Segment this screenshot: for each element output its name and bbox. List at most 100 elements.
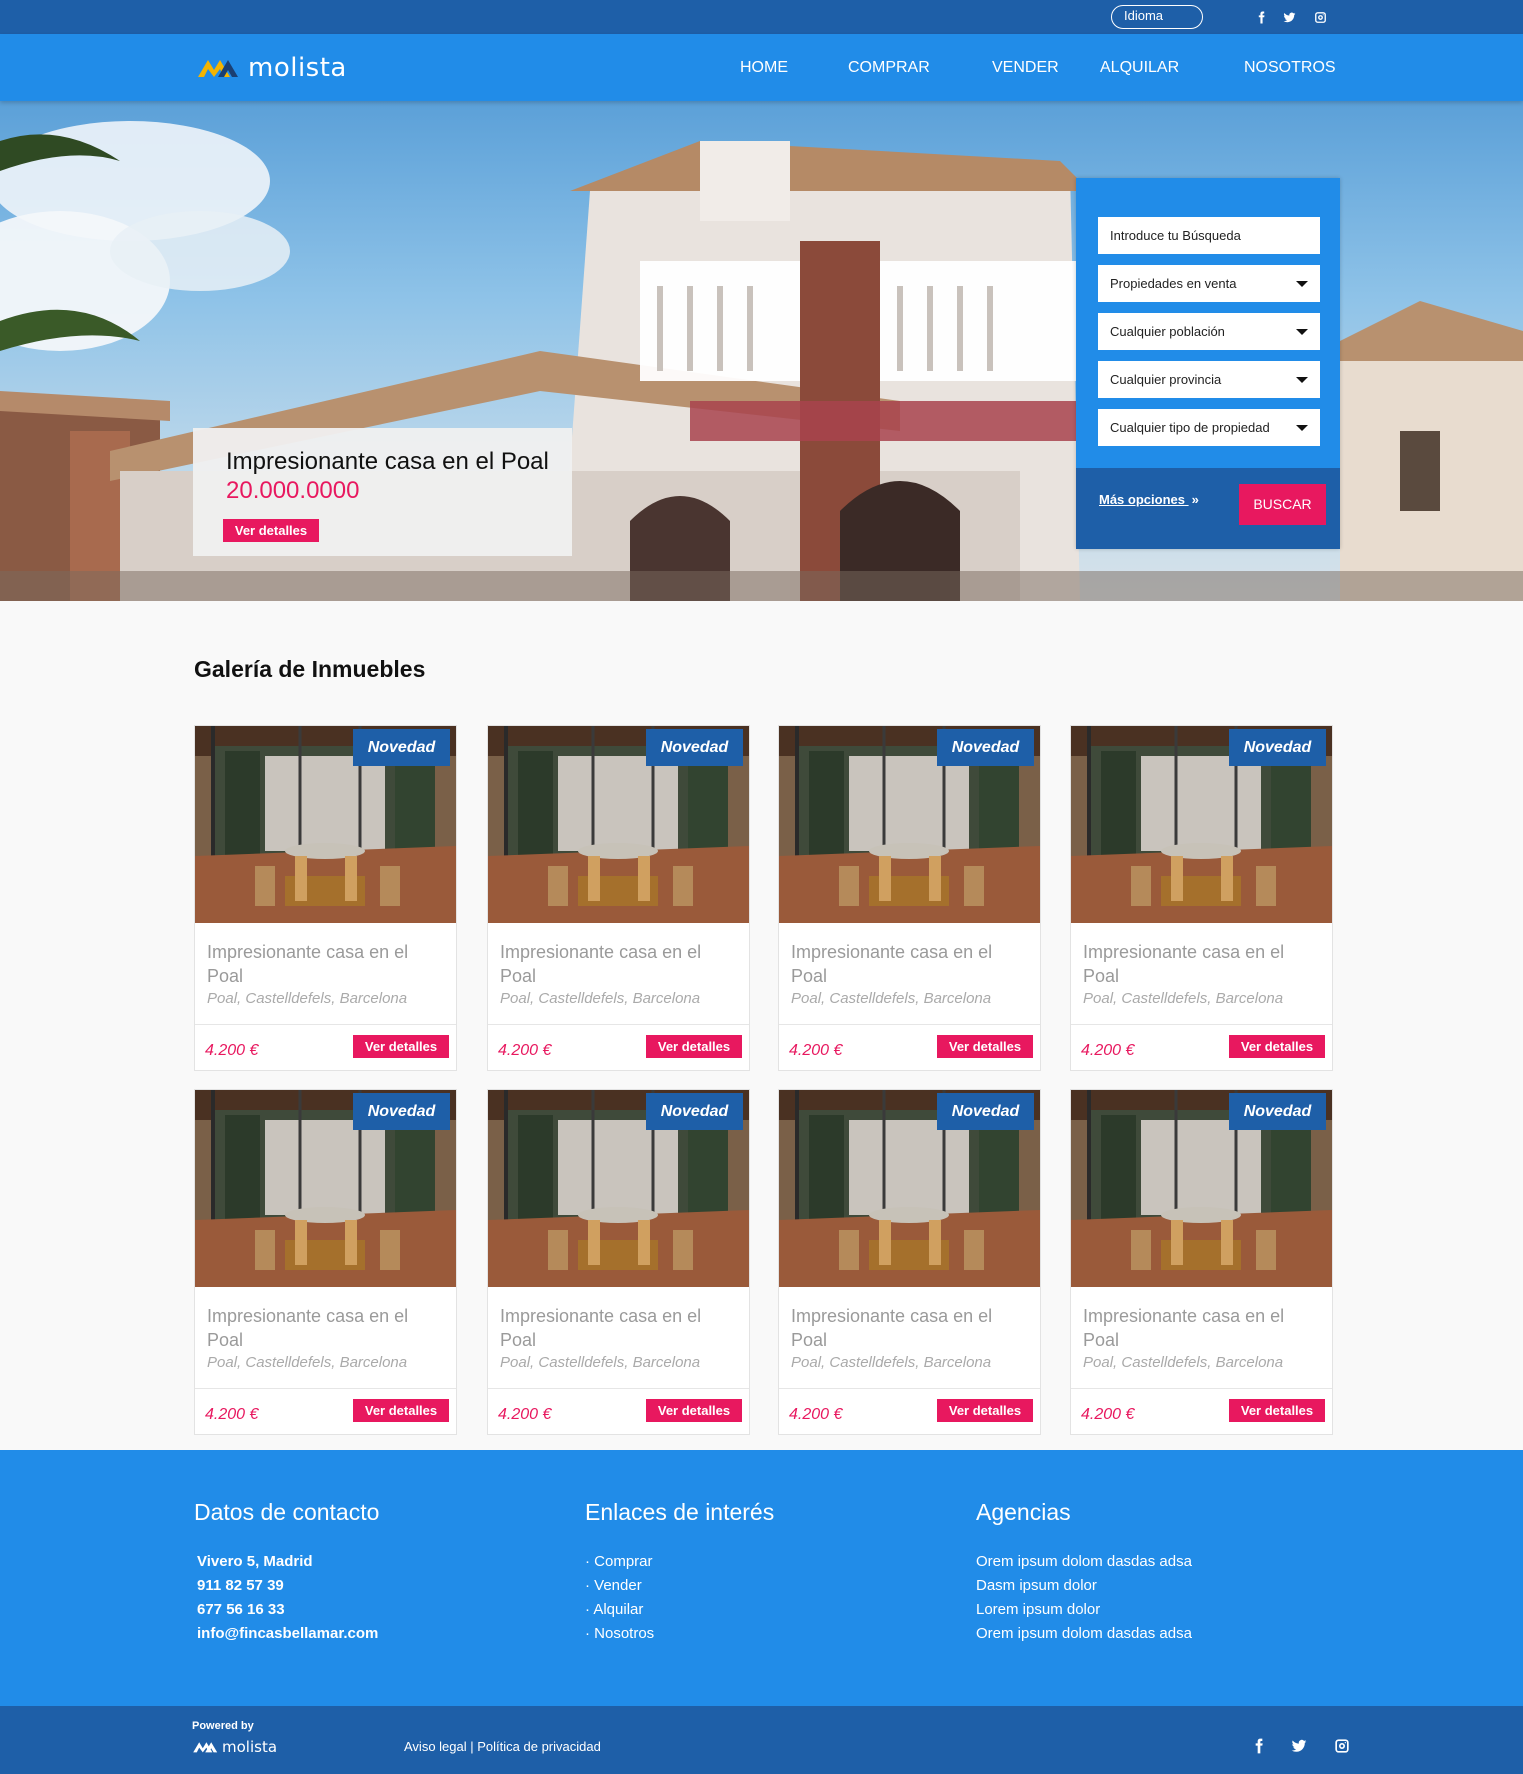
listing-location: Poal, Castelldefels, Barcelona (1083, 1354, 1284, 1371)
listing-card[interactable]: Novedad Impresionante casa en el Poal Poal… (194, 1089, 457, 1435)
card-divider (488, 1024, 749, 1025)
footer-link-vender[interactable]: · Vender (585, 1577, 642, 1595)
operation-select[interactable]: Propiedades en venta (1098, 265, 1320, 302)
privacy-policy-link[interactable]: Política de privacidad (477, 1739, 601, 1754)
listing-photo[interactable]: Novedad (488, 1090, 749, 1287)
footer-bottom-bar: Powered by molista Aviso legal | Polític… (0, 1706, 1523, 1774)
listing-title[interactable]: Impresionante casa en el Poal (1083, 1304, 1303, 1352)
nav-home[interactable]: HOME (740, 58, 788, 78)
nav-comprar[interactable]: COMPRAR (848, 58, 930, 78)
listing-details-button[interactable]: Ver detalles (646, 1035, 742, 1058)
listing-details-button[interactable]: Ver detalles (1229, 1035, 1325, 1058)
listing-card[interactable]: Novedad Impresionante casa en el Poal Poal… (194, 725, 457, 1071)
new-badge: Novedad (353, 729, 450, 766)
new-badge: Novedad (937, 1093, 1034, 1130)
card-divider (1071, 1024, 1332, 1025)
listing-price: 4.200 € (789, 1042, 843, 1059)
listing-photo[interactable]: Novedad (195, 1090, 456, 1287)
search-button[interactable]: BUSCAR (1239, 484, 1326, 525)
legal-notice-link[interactable]: Aviso legal (404, 1739, 467, 1754)
card-divider (1071, 1388, 1332, 1389)
caret-down-icon (1296, 377, 1308, 383)
agency-item[interactable]: Lorem ipsum dolor (976, 1601, 1100, 1619)
contact-title: Datos de contacto (194, 1499, 380, 1525)
agency-item[interactable]: Dasm ipsum dolor (976, 1577, 1097, 1595)
town-select[interactable]: Cualquier población (1098, 313, 1320, 350)
listing-photo[interactable]: Novedad (1071, 1090, 1332, 1287)
featured-details-button[interactable]: Ver detalles (223, 519, 319, 542)
agency-item[interactable]: Orem ipsum dolom dasdas adsa (976, 1553, 1192, 1571)
instagram-icon[interactable] (1312, 9, 1328, 25)
listing-card[interactable]: Novedad Impresionante casa en el Poal Poal… (778, 725, 1041, 1071)
town-select-value: Cualquier población (1110, 324, 1225, 339)
listing-title[interactable]: Impresionante casa en el Poal (1083, 940, 1303, 988)
listing-photo[interactable]: Novedad (779, 1090, 1040, 1287)
listing-card[interactable]: Novedad Impresionante casa en el Poal Poal… (778, 1089, 1041, 1435)
search-input[interactable]: Introduce tu Búsqueda (1098, 217, 1320, 254)
new-badge: Novedad (353, 1093, 450, 1130)
listing-details-button[interactable]: Ver detalles (1229, 1399, 1325, 1422)
listing-photo[interactable]: Novedad (1071, 726, 1332, 923)
agency-item[interactable]: Orem ipsum dolom dasdas adsa (976, 1625, 1192, 1643)
listing-title[interactable]: Impresionante casa en el Poal (500, 1304, 720, 1352)
listing-details-button[interactable]: Ver detalles (353, 1399, 449, 1422)
agencies-title: Agencias (976, 1499, 1071, 1525)
listing-card[interactable]: Novedad Impresionante casa en el Poal Poal… (1070, 1089, 1333, 1435)
twitter-icon[interactable] (1281, 9, 1297, 25)
listing-title[interactable]: Impresionante casa en el Poal (207, 940, 427, 988)
legal-links: Aviso legal | Política de privacidad (404, 1739, 601, 1755)
listing-title[interactable]: Impresionante casa en el Poal (207, 1304, 427, 1352)
contact-phone-1: 911 82 57 39 (197, 1577, 284, 1594)
listing-details-button[interactable]: Ver detalles (646, 1399, 742, 1422)
listing-price: 4.200 € (498, 1406, 552, 1423)
facebook-icon[interactable] (1250, 1737, 1268, 1755)
listing-details-button[interactable]: Ver detalles (937, 1399, 1033, 1422)
listing-title[interactable]: Impresionante casa en el Poal (500, 940, 720, 988)
property-type-select-value: Cualquier tipo de propiedad (1110, 420, 1270, 435)
footer-brand-logo[interactable]: molista (192, 1739, 277, 1755)
double-chevron-right-icon: » (1191, 492, 1199, 507)
powered-by-label: Powered by (192, 1720, 254, 1732)
listing-photo[interactable]: Novedad (488, 726, 749, 923)
listing-card[interactable]: Novedad Impresionante casa en el Poal Poal… (487, 1089, 750, 1435)
listing-location: Poal, Castelldefels, Barcelona (207, 1354, 408, 1371)
listing-location: Poal, Castelldefels, Barcelona (791, 1354, 992, 1371)
hero-banner: Impresionante casa en el Poal 20.000.000… (0, 101, 1523, 601)
listing-location: Poal, Castelldefels, Barcelona (207, 990, 408, 1007)
more-options-link[interactable]: Más opciones » (1099, 492, 1199, 508)
listing-title[interactable]: Impresionante casa en el Poal (791, 1304, 1011, 1352)
new-badge: Novedad (1229, 729, 1326, 766)
nav-vender[interactable]: VENDER (992, 58, 1059, 78)
instagram-icon[interactable] (1333, 1737, 1351, 1755)
contact-address: Vivero 5, Madrid (197, 1553, 313, 1570)
property-type-select[interactable]: Cualquier tipo de propiedad (1098, 409, 1320, 446)
nav-alquilar[interactable]: ALQUILAR (1100, 58, 1179, 78)
listing-photo[interactable]: Novedad (195, 726, 456, 923)
listing-price: 4.200 € (205, 1406, 259, 1423)
listing-photo[interactable]: Novedad (779, 726, 1040, 923)
listing-details-button[interactable]: Ver detalles (937, 1035, 1033, 1058)
listing-details-button[interactable]: Ver detalles (353, 1035, 449, 1058)
card-divider (488, 1388, 749, 1389)
listing-title[interactable]: Impresionante casa en el Poal (791, 940, 1011, 988)
listing-price: 4.200 € (498, 1042, 552, 1059)
language-selector[interactable]: Idioma (1111, 5, 1203, 29)
footer-link-alquilar[interactable]: · Alquilar (585, 1601, 643, 1619)
province-select[interactable]: Cualquier provincia (1098, 361, 1320, 398)
listing-card[interactable]: Novedad Impresionante casa en el Poal Poal… (487, 725, 750, 1071)
search-panel: Introduce tu Búsqueda Propiedades en ven… (1076, 178, 1340, 549)
caret-down-icon (1296, 281, 1308, 287)
listing-location: Poal, Castelldefels, Barcelona (500, 1354, 701, 1371)
twitter-icon[interactable] (1290, 1737, 1308, 1755)
listing-location: Poal, Castelldefels, Barcelona (791, 990, 992, 1007)
footer-link-comprar[interactable]: · Comprar (585, 1553, 653, 1571)
footer-link-nosotros[interactable]: · Nosotros (585, 1625, 654, 1643)
logo-mark-icon (193, 1742, 218, 1753)
nav-nosotros[interactable]: NOSOTROS (1244, 58, 1336, 78)
brand-logo[interactable]: molista (196, 54, 347, 82)
contact-email[interactable]: info@fincasbellamar.com (197, 1625, 378, 1643)
card-divider (195, 1388, 456, 1389)
listing-price: 4.200 € (1081, 1042, 1135, 1059)
listing-card[interactable]: Novedad Impresionante casa en el Poal Poal… (1070, 725, 1333, 1071)
facebook-icon[interactable] (1253, 9, 1269, 25)
